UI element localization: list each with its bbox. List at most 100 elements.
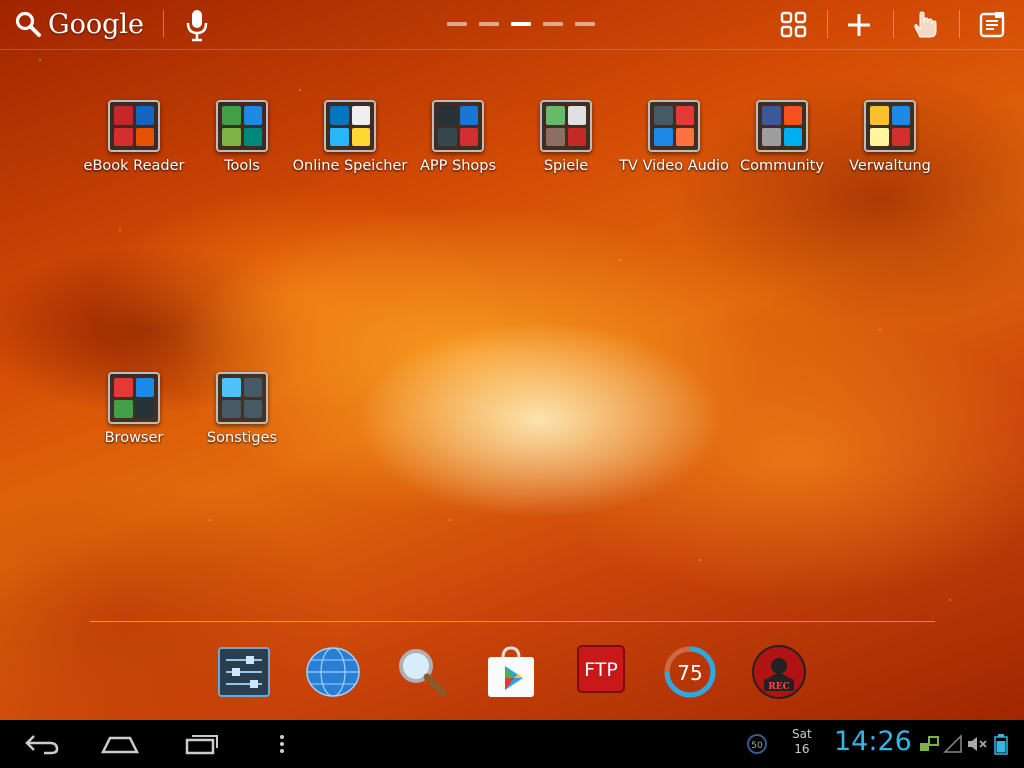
clock[interactable]: 14:26 — [834, 726, 912, 757]
app-thumbnail — [114, 127, 133, 146]
app-thumbnail — [762, 127, 781, 146]
app-thumbnail — [351, 106, 370, 125]
folder-label: Browser — [104, 430, 164, 446]
globe-icon — [306, 647, 360, 697]
settings-sliders-icon — [218, 647, 270, 697]
top-bar: Google — [0, 0, 1024, 50]
divider — [163, 10, 164, 38]
recent-apps-button[interactable] — [182, 728, 222, 760]
app-thumbnail — [222, 106, 241, 125]
desktop-folder-community[interactable]: Community — [722, 100, 842, 174]
back-icon — [25, 735, 59, 755]
home-button[interactable] — [100, 728, 140, 760]
desktop-folder-browser[interactable]: Browser — [74, 372, 194, 446]
dock-search-app[interactable] — [394, 644, 450, 700]
app-thumbnail — [135, 106, 154, 125]
voice-search-button[interactable] — [184, 8, 210, 42]
folder-label: TV Video Audio — [619, 158, 729, 174]
menu-button[interactable] — [272, 728, 292, 760]
notification-badge[interactable]: 50 — [745, 728, 769, 760]
app-thumbnail — [783, 127, 802, 146]
folder-icon — [216, 372, 268, 424]
desktop-folder-sonstiges[interactable]: Sonstiges — [182, 372, 302, 446]
apps-grid-icon — [780, 11, 807, 38]
app-thumbnail — [330, 127, 349, 146]
page-indicator — [447, 22, 595, 26]
battery-percent: 75 — [677, 661, 702, 685]
signal-status[interactable] — [942, 728, 964, 760]
dock-ftp-app[interactable]: FTP — [576, 644, 632, 700]
notification-badge-value: 50 — [751, 741, 763, 751]
app-thumbnail — [438, 127, 457, 146]
app-thumbnail — [351, 127, 370, 146]
folder-icon — [432, 100, 484, 152]
page-dot — [575, 22, 595, 26]
app-thumbnail — [891, 106, 910, 125]
add-icon — [848, 14, 870, 36]
google-search-button[interactable]: Google — [14, 6, 144, 42]
muted-speaker-icon — [968, 737, 987, 751]
page-dot — [447, 22, 467, 26]
app-thumbnail — [243, 378, 262, 397]
app-thumbnail — [891, 127, 910, 146]
app-thumbnail — [675, 127, 694, 146]
folder-label: Sonstiges — [206, 430, 278, 446]
desktop-folder-online-speicher[interactable]: Online Speicher — [290, 100, 410, 174]
app-thumbnail — [243, 127, 262, 146]
network-icon — [920, 736, 939, 751]
folder-label: Spiele — [543, 158, 589, 174]
desktop-folder-tools[interactable]: Tools — [182, 100, 302, 174]
app-thumbnail — [438, 106, 457, 125]
folder-label: APP Shops — [419, 158, 497, 174]
system-navigation-bar: 50 Sat 16 14:26 — [0, 720, 1024, 768]
dock-divider — [90, 621, 935, 622]
microphone-icon — [186, 10, 208, 42]
dock-browser-app[interactable] — [305, 644, 361, 700]
gesture-hand-icon — [914, 11, 937, 38]
date-label: 16 — [794, 742, 810, 756]
app-thumbnail — [114, 399, 133, 418]
notes-icon — [979, 12, 1005, 38]
dock-settings-app[interactable] — [216, 644, 272, 700]
folder-icon — [108, 100, 160, 152]
google-label: Google — [48, 8, 144, 40]
battery-status[interactable] — [992, 728, 1010, 760]
app-thumbnail — [546, 127, 565, 146]
folder-icon — [324, 100, 376, 152]
folder-icon — [864, 100, 916, 152]
overflow-menu-icon — [280, 735, 284, 753]
folder-icon — [540, 100, 592, 152]
rec-label: REC — [768, 682, 790, 692]
page-dot — [543, 22, 563, 26]
dock-play-store-app[interactable] — [483, 644, 539, 700]
day-label: Sat — [792, 727, 812, 741]
folder-label: Verwaltung — [849, 158, 931, 174]
battery-75-icon: 75 — [664, 646, 716, 698]
speed-badge-icon: 50 — [747, 734, 767, 754]
volume-status[interactable] — [966, 728, 988, 760]
app-thumbnail — [546, 106, 565, 125]
date-display[interactable]: Sat 16 — [792, 727, 812, 757]
network-status[interactable] — [918, 728, 940, 760]
magnifier-icon — [399, 649, 447, 697]
divider — [959, 10, 960, 38]
dock-battery-widget[interactable]: 75 — [662, 644, 718, 700]
app-thumbnail — [222, 127, 241, 146]
desktop-folder-tv-video-audio[interactable]: TV Video Audio — [614, 100, 734, 174]
app-thumbnail — [330, 106, 349, 125]
app-thumbnail — [567, 106, 586, 125]
desktop-folder-spiele[interactable]: Spiele — [506, 100, 626, 174]
desktop-folder-app-shops[interactable]: APP Shops — [398, 100, 518, 174]
folder-label: Community — [740, 158, 824, 174]
dock-recorder-app[interactable]: REC — [751, 644, 807, 700]
back-button[interactable] — [22, 728, 62, 760]
all-apps-button[interactable] — [776, 7, 812, 43]
desktop-folder-ebook-reader[interactable]: eBook Reader — [74, 100, 194, 174]
gesture-button[interactable] — [907, 7, 943, 43]
desktop-folder-verwaltung[interactable]: Verwaltung — [830, 100, 950, 174]
app-thumbnail — [459, 106, 478, 125]
add-button[interactable] — [841, 7, 877, 43]
app-thumbnail — [135, 127, 154, 146]
notes-button[interactable] — [974, 7, 1010, 43]
folder-icon — [216, 100, 268, 152]
